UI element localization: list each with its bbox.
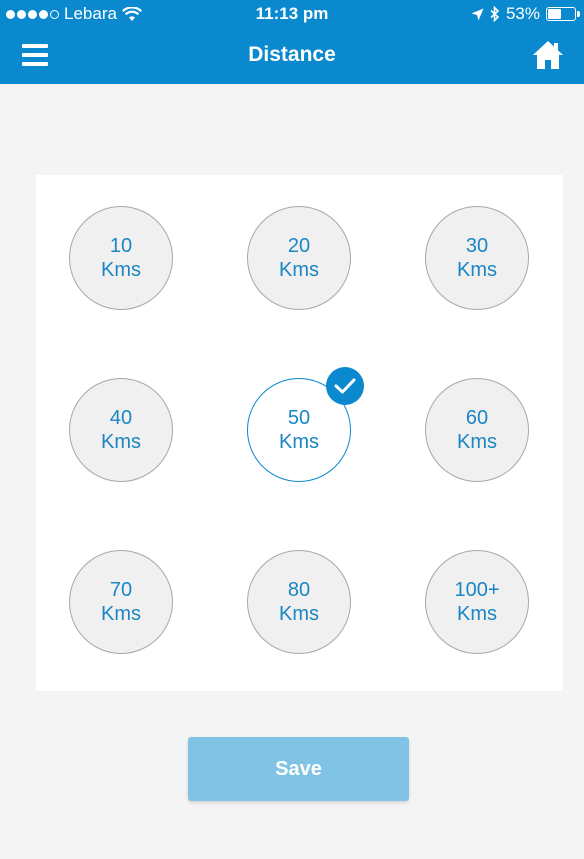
- app-screen: Lebara 11:13 pm 53% Distance 10 Kms 20 K…: [0, 0, 584, 859]
- option-value: 30: [465, 235, 489, 257]
- distance-option-30[interactable]: 30 Kms: [425, 206, 529, 310]
- status-bar: Lebara 11:13 pm 53%: [0, 0, 584, 28]
- distance-option-80[interactable]: 80 Kms: [247, 550, 351, 654]
- option-unit: Kms: [279, 431, 319, 453]
- distance-option-60[interactable]: 60 Kms: [425, 378, 529, 482]
- page-title: Distance: [248, 43, 336, 66]
- distance-option-40[interactable]: 40 Kms: [69, 378, 173, 482]
- distance-option-100-plus[interactable]: 100+ Kms: [425, 550, 529, 654]
- distance-option-10[interactable]: 10 Kms: [69, 206, 173, 310]
- option-value: 100+: [454, 579, 500, 601]
- battery-percent: 53%: [505, 4, 540, 23]
- option-unit: Kms: [457, 603, 497, 625]
- option-value: 70: [109, 579, 133, 601]
- nav-bar: Distance: [0, 28, 584, 84]
- distance-option-70[interactable]: 70 Kms: [69, 550, 173, 654]
- option-value: 80: [287, 579, 311, 601]
- battery-icon: [546, 7, 580, 21]
- distance-option-50[interactable]: 50 Kms: [247, 367, 364, 482]
- option-value: 60: [465, 407, 489, 429]
- home-icon[interactable]: [532, 40, 564, 70]
- option-unit: Kms: [101, 603, 141, 625]
- option-value: 10: [109, 235, 133, 257]
- option-unit: Kms: [457, 259, 497, 281]
- status-right: 53%: [471, 4, 580, 24]
- battery-tip: [577, 11, 580, 17]
- distance-options-card: 10 Kms 20 Kms 30 Kms 40 Kms 50 Kms 60 Kms 70 Kms 80 Kms…: [36, 175, 563, 691]
- option-unit: Kms: [457, 431, 497, 453]
- battery-fill: [548, 9, 561, 19]
- option-unit: Kms: [279, 259, 319, 281]
- distance-option-20[interactable]: 20 Kms: [247, 206, 351, 310]
- bluetooth-icon: [490, 6, 500, 22]
- location-arrow-icon: [471, 8, 484, 20]
- option-value: 20: [287, 235, 311, 257]
- checkmark-icon: [326, 367, 364, 405]
- option-unit: Kms: [279, 603, 319, 625]
- option-value: 50: [287, 407, 311, 429]
- option-unit: Kms: [101, 259, 141, 281]
- save-button[interactable]: Save: [188, 737, 409, 801]
- option-value: 40: [109, 407, 133, 429]
- option-unit: Kms: [101, 431, 141, 453]
